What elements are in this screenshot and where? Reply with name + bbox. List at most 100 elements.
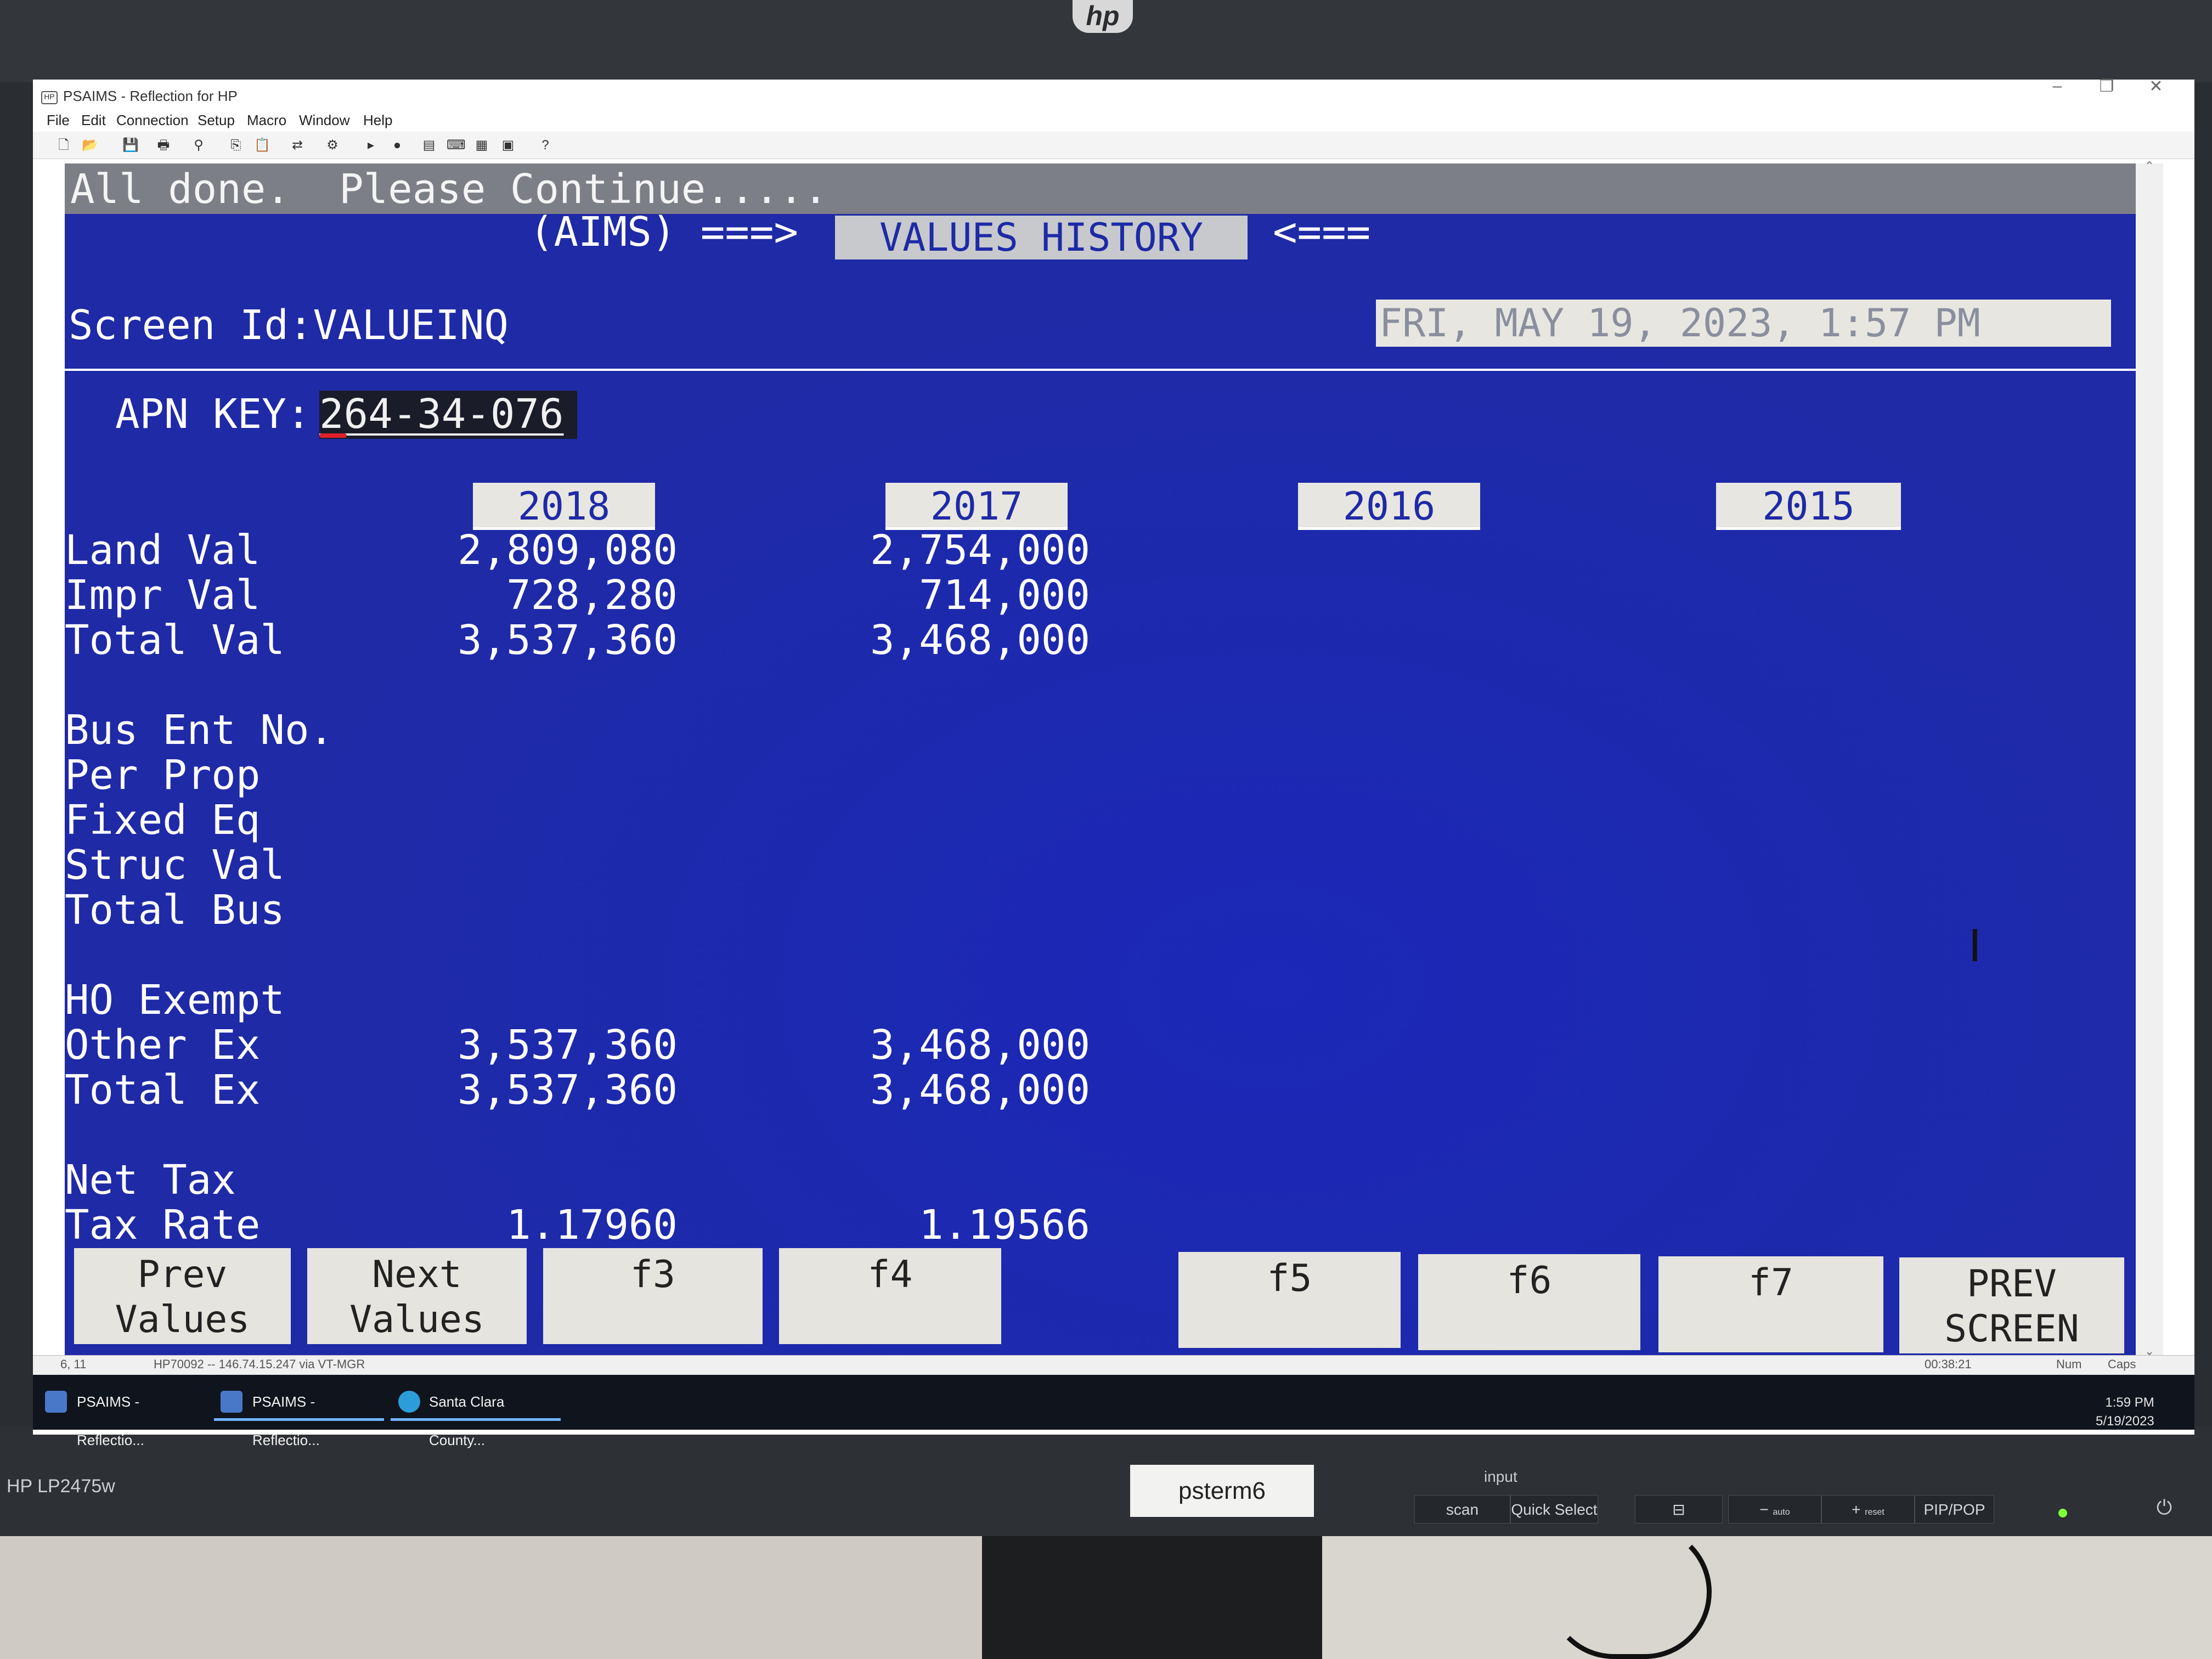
clock-time: 1:59 PM xyxy=(2105,1395,2154,1410)
fkey-f5[interactable]: f5 xyxy=(1178,1252,1401,1348)
row-label: Struc Val xyxy=(65,842,285,889)
taskbar-clock[interactable]: 1:59 PM 5/19/2023 xyxy=(2096,1393,2154,1431)
pip-pop-button[interactable]: PIP/POP xyxy=(1915,1495,1994,1523)
play-icon[interactable]: ▸ xyxy=(362,137,380,154)
fkey-next-values[interactable]: Next Values xyxy=(307,1248,527,1344)
row-label: Net Tax xyxy=(65,1156,236,1204)
fkey-line1: f6 xyxy=(1506,1259,1552,1302)
menu-file[interactable]: File xyxy=(47,112,70,129)
display-icon[interactable]: ▤ xyxy=(420,137,438,154)
apn-label: APN KEY: xyxy=(115,391,311,438)
record-icon[interactable]: ● xyxy=(388,137,406,154)
year-header-2018: 2018 xyxy=(473,483,655,530)
app-icon: HP xyxy=(41,91,58,104)
fkey-prev-screen[interactable]: PREV SCREEN xyxy=(1899,1257,2124,1353)
menu-connection[interactable]: Connection xyxy=(116,112,189,129)
value-2018: 728,280 xyxy=(506,572,678,619)
row-label: Total Val xyxy=(65,617,285,664)
open-icon[interactable]: 📂 xyxy=(81,137,99,154)
desk-shadow xyxy=(0,1525,982,1659)
cable xyxy=(1547,1525,1712,1659)
fkey-f3[interactable]: f3 xyxy=(543,1248,763,1344)
value-2018: 3,537,360 xyxy=(458,1066,678,1114)
cursor-position: 6, 11 xyxy=(60,1357,87,1371)
menu-button[interactable]: ⊟ xyxy=(1635,1495,1723,1523)
datetime-display: FRI, MAY 19, 2023, 1:57 PM xyxy=(1376,300,2111,347)
help-icon[interactable]: ? xyxy=(537,137,554,154)
minus-button[interactable]: − auto xyxy=(1728,1495,1821,1523)
keyboard-icon[interactable]: ⌨ xyxy=(447,137,466,154)
scroll-up-icon[interactable]: ⌃ xyxy=(2140,159,2159,173)
value-2018: 1.17960 xyxy=(506,1201,678,1249)
aims-label: (AIMS) ===> xyxy=(529,208,799,256)
copy-icon[interactable]: ⎘ xyxy=(227,137,245,154)
row-label: Impr Val xyxy=(65,572,261,619)
find-icon[interactable]: ⚲ xyxy=(190,137,207,154)
fkey-line1: PREV xyxy=(1967,1262,2057,1306)
row-label: Total Bus xyxy=(65,887,285,934)
value-2018: 3,537,360 xyxy=(458,1022,678,1069)
text-cursor xyxy=(319,433,347,438)
quick-select-button[interactable]: Quick Select xyxy=(1510,1495,1598,1523)
terminal-setup-icon[interactable]: ▦ xyxy=(473,137,490,154)
menu-macro[interactable]: Macro xyxy=(247,112,286,129)
layout-icon[interactable]: ▣ xyxy=(499,137,517,154)
mouse-ibeam-icon: I xyxy=(1968,921,1982,972)
fkey-line2: Values xyxy=(349,1298,484,1341)
clock-date: 5/19/2023 xyxy=(2096,1414,2154,1429)
scrollbar[interactable] xyxy=(2136,163,2163,1355)
menu-window[interactable]: Window xyxy=(299,112,349,129)
plus-button[interactable]: + reset xyxy=(1821,1495,1915,1523)
connect-icon[interactable]: ⇄ xyxy=(289,137,306,154)
status-message: All done. Please Continue..... xyxy=(70,166,828,213)
save-icon[interactable]: 💾 xyxy=(122,137,139,154)
value-2018: 3,537,360 xyxy=(458,617,678,664)
monitor-stand xyxy=(982,1525,1322,1659)
settings-icon[interactable]: ⚙ xyxy=(324,137,341,154)
menu-setup[interactable]: Setup xyxy=(198,112,235,129)
scan-button[interactable]: scan xyxy=(1414,1495,1510,1523)
row-label: Bus Ent No. xyxy=(65,707,334,754)
toolbar xyxy=(33,132,2194,159)
monitor-model: HP LP2475w xyxy=(7,1476,115,1497)
value-2017: 2,754,000 xyxy=(870,527,1090,574)
value-2017: 714,000 xyxy=(919,572,1090,619)
value-2017: 1.19566 xyxy=(919,1201,1090,1249)
fkey-line1: f4 xyxy=(867,1253,913,1296)
value-2017: 3,468,000 xyxy=(870,1066,1090,1114)
row-label: Total Ex xyxy=(65,1066,261,1114)
print-icon[interactable]: 🖶 xyxy=(155,137,172,154)
fkey-prev-values[interactable]: Prev Values xyxy=(74,1248,291,1344)
paste-icon[interactable]: 📋 xyxy=(253,137,271,154)
taskbar-item-psaims-1[interactable]: PSAIMS - Reflectio... xyxy=(38,1383,203,1448)
apn-key-input[interactable]: 264-34-076 xyxy=(319,391,577,439)
minus-label: − xyxy=(1759,1501,1769,1518)
fkey-f7[interactable]: f7 xyxy=(1658,1256,1883,1352)
fkey-f6[interactable]: f6 xyxy=(1418,1254,1640,1350)
close-icon[interactable]: ✕ xyxy=(2140,77,2172,96)
power-icon[interactable]: ⏻ xyxy=(2145,1491,2183,1524)
minimize-icon[interactable]: – xyxy=(2041,77,2074,95)
value-2017: 3,468,000 xyxy=(870,617,1090,664)
fkey-line2: SCREEN xyxy=(1944,1307,2079,1351)
taskbar-item-psaims-2[interactable]: PSAIMS - Reflectio... xyxy=(214,1383,384,1448)
header-arrow: <=== xyxy=(1273,208,1371,256)
row-label: Tax Rate xyxy=(65,1201,261,1249)
fkey-line1: f7 xyxy=(1748,1261,1793,1305)
restore-icon[interactable]: ❐ xyxy=(2090,77,2123,96)
screen-id: Screen Id:VALUEINQ xyxy=(69,302,509,349)
row-label: Per Prop xyxy=(65,752,261,799)
new-icon[interactable]: 🗋 xyxy=(55,137,72,154)
row-label: HO Exempt xyxy=(65,977,285,1024)
divider xyxy=(65,369,2136,371)
taskbar-item-santa-clara[interactable]: Santa Clara County... xyxy=(391,1383,561,1448)
input-label: input xyxy=(1484,1468,1517,1485)
fkey-line1: f3 xyxy=(630,1253,675,1296)
fkey-f4[interactable]: f4 xyxy=(779,1248,1001,1344)
year-header-2016: 2016 xyxy=(1298,483,1480,530)
row-label: Other Ex xyxy=(65,1022,261,1069)
plus-label: + xyxy=(1852,1501,1861,1518)
hp-logo: hp xyxy=(1073,0,1133,33)
menu-edit[interactable]: Edit xyxy=(81,112,106,129)
menu-help[interactable]: Help xyxy=(363,112,392,129)
